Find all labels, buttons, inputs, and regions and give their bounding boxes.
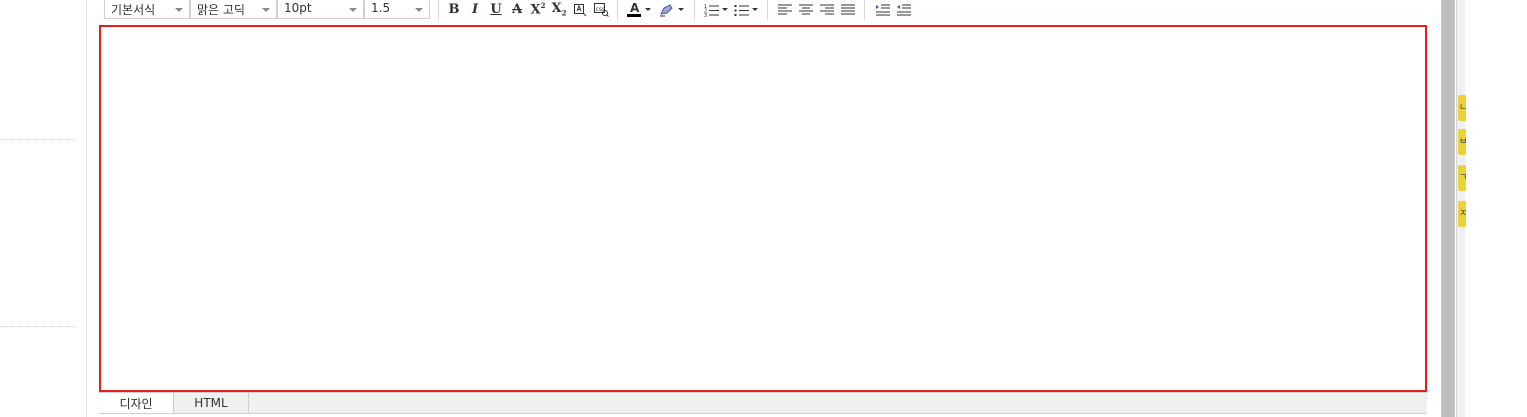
divider (0, 326, 76, 327)
format-select[interactable]: 기본서식 (104, 0, 190, 19)
font-size-select[interactable]: 10pt (277, 0, 364, 19)
highlight-icon (659, 3, 673, 16)
font-color-button[interactable]: A (624, 1, 654, 18)
indent-button[interactable] (873, 1, 891, 18)
underline-button[interactable]: U (487, 1, 505, 18)
subscript-icon: X2 (551, 1, 567, 18)
align-justify-icon (841, 4, 855, 14)
editor-mode-tabs: 디자인 HTML (99, 392, 1427, 414)
left-panel (0, 0, 87, 417)
align-center-icon (799, 4, 813, 14)
align-justify-button[interactable] (839, 1, 857, 18)
subscript-button[interactable]: X2 (550, 1, 568, 18)
toolbar-separator (694, 0, 695, 20)
side-tab[interactable]: ㄴ (1458, 95, 1466, 121)
outdent-icon (896, 4, 911, 15)
bullet-list-icon (734, 4, 749, 16)
chevron-down-icon (722, 8, 728, 11)
toolbar-separator (617, 0, 618, 20)
italic-button[interactable]: I (466, 1, 484, 18)
chevron-down-icon (175, 8, 183, 12)
tab-html[interactable]: HTML (174, 393, 249, 413)
numbered-list-icon: 1 2 3 (704, 4, 719, 17)
format-select-value: 기본서식 (111, 3, 156, 17)
align-center-button[interactable] (797, 1, 815, 18)
chevron-down-icon (415, 8, 423, 12)
chevron-down-icon (645, 8, 651, 11)
toolbar-separator (864, 0, 865, 20)
font-select[interactable]: 맑은 고딕 (190, 0, 277, 19)
chevron-down-icon (752, 8, 758, 11)
side-tab[interactable]: ㅂ (1458, 129, 1466, 155)
tab-design-label: 디자인 (119, 396, 153, 411)
divider (0, 139, 76, 140)
bold-icon: B (448, 2, 460, 17)
font-size-select-value: 10pt (284, 1, 312, 15)
font-select-value: 맑은 고딕 (197, 3, 245, 17)
editor-toolbar: 기본서식 맑은 고딕 10pt 1.5 B I U A X2 X2 css A … (98, 0, 1428, 22)
underline-icon: U (490, 2, 502, 17)
strikethrough-button[interactable]: A (508, 1, 526, 18)
align-left-button[interactable] (776, 1, 794, 18)
bullet-list-button[interactable] (732, 1, 760, 18)
chevron-down-icon (677, 8, 684, 11)
line-height-select[interactable]: 1.5 (364, 0, 430, 19)
superscript-icon: X2 (530, 1, 546, 18)
superscript-button[interactable]: X2 (529, 1, 547, 18)
svg-text:css: css (596, 6, 606, 13)
tab-design[interactable]: 디자인 (99, 393, 174, 413)
font-color-icon: A (627, 1, 641, 18)
css-button[interactable]: css (592, 1, 610, 18)
chevron-down-icon (262, 8, 270, 12)
side-tab[interactable]: ㄱ (1458, 165, 1466, 191)
svg-text:3: 3 (704, 13, 707, 17)
indent-icon (875, 4, 890, 15)
editor-content-area[interactable] (99, 25, 1427, 392)
line-height-select-value: 1.5 (371, 1, 391, 15)
toolbar-separator (438, 0, 439, 20)
css-icon: css (594, 3, 609, 17)
ordered-list-button[interactable]: 1 2 3 (702, 1, 730, 18)
strikethrough-icon: A (511, 2, 523, 17)
side-tab[interactable]: ㅈ (1458, 201, 1466, 227)
align-right-icon (820, 4, 834, 14)
text-box-icon (574, 3, 587, 16)
tab-html-label: HTML (194, 396, 228, 410)
italic-icon: I (471, 2, 479, 17)
bold-button[interactable]: B (445, 1, 463, 18)
insert-box-button[interactable] (571, 1, 589, 18)
align-left-icon (778, 4, 792, 14)
scrollbar-thumb[interactable] (1442, 0, 1454, 417)
chevron-down-icon (349, 8, 357, 12)
outdent-button[interactable] (894, 1, 912, 18)
align-right-button[interactable] (818, 1, 836, 18)
toolbar-separator (767, 0, 768, 20)
rich-text-editor: 기본서식 맑은 고딕 10pt 1.5 B I U A X2 X2 css A … (98, 0, 1428, 417)
highlight-color-button[interactable] (656, 1, 686, 18)
